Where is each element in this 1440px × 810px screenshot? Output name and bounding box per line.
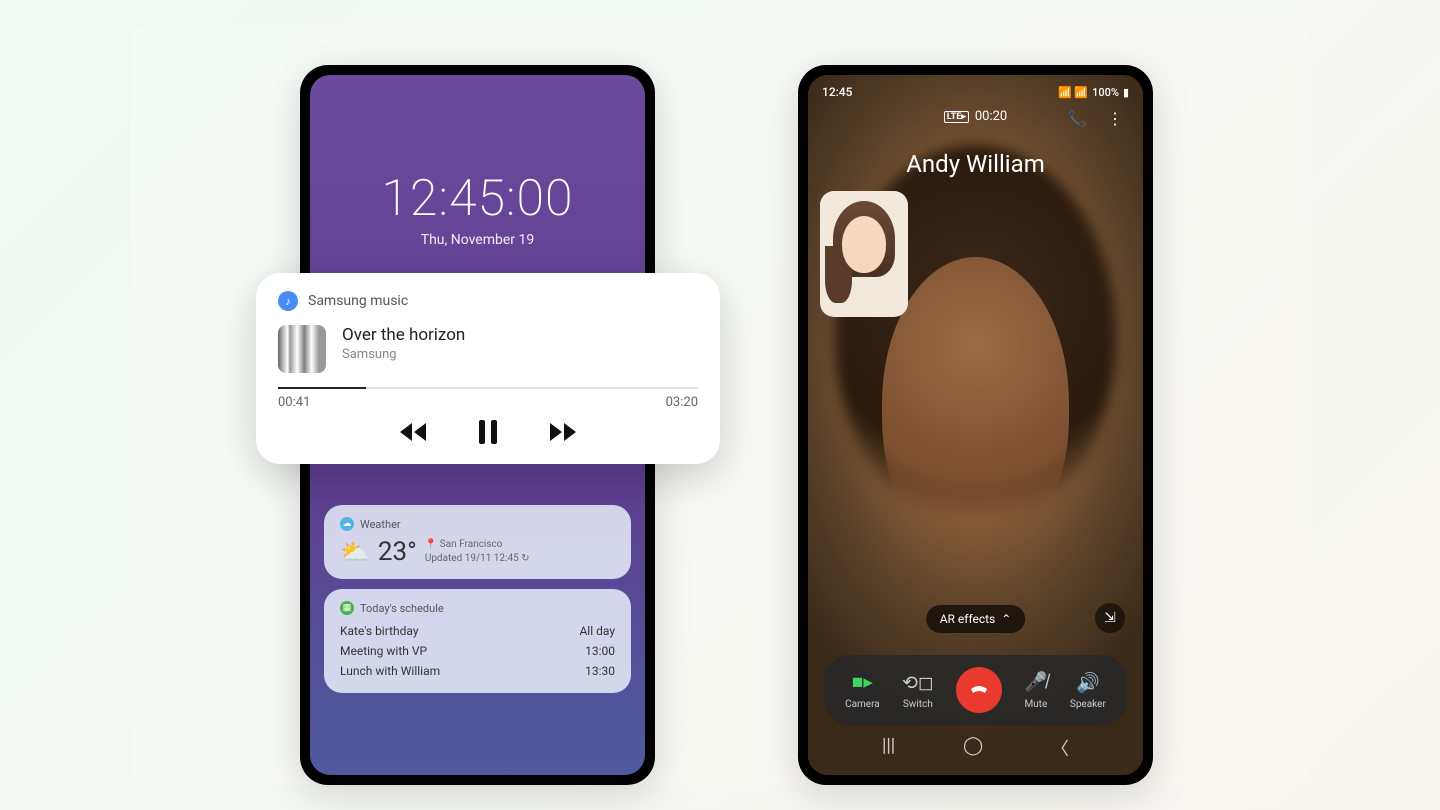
progress-played <box>278 387 366 389</box>
calendar-icon: ▦ <box>340 601 354 615</box>
pause-button[interactable] <box>478 420 498 444</box>
camera-icon: ■▸ <box>852 670 873 694</box>
nav-bar: ||| ◯ 〈 <box>808 731 1143 765</box>
chevron-up-icon: ⌃ <box>1001 612 1011 626</box>
status-time: 12:45 <box>822 85 852 99</box>
lte-badge: LTE▸ <box>944 111 969 123</box>
song-artist: Samsung <box>342 347 465 362</box>
call-duration: 00:20 <box>975 109 1007 124</box>
minimize-button[interactable]: ⇲ <box>1095 603 1125 633</box>
call-controls: ■▸Camera ⟲◻Switch 🎤̸Mute 🔊Speaker <box>824 655 1127 725</box>
weather-loc: 📍 San Francisco <box>425 538 530 552</box>
time-total: 03:20 <box>666 395 698 410</box>
status-bar: 12:45 📶 📶 100% ▮ <box>808 75 1143 109</box>
weather-temp: 23° <box>378 537 417 567</box>
album-art <box>278 325 326 373</box>
camera-button[interactable]: ■▸Camera <box>845 670 880 710</box>
end-call-button[interactable] <box>956 667 1002 713</box>
nav-recents[interactable]: ||| <box>866 731 911 765</box>
switch-icon: ⟲◻ <box>902 671 934 694</box>
lockscreen-time: 12:45:00 <box>310 170 645 228</box>
nav-back[interactable]: 〈 <box>1035 731 1085 765</box>
schedule-row: Meeting with VP13:00 <box>340 641 615 661</box>
speaker-button[interactable]: 🔊Speaker <box>1070 671 1106 710</box>
lockscreen-widgets: ☁ Weather ⛅ 23° 📍 San Francisco Updated 1… <box>324 505 631 703</box>
switch-button[interactable]: ⟲◻Switch <box>902 671 934 710</box>
mute-icon: 🎤̸ <box>1024 670 1048 694</box>
schedule-row: Lunch with William13:30 <box>340 661 615 681</box>
forward-button[interactable] <box>548 421 578 443</box>
weather-card[interactable]: ☁ Weather ⛅ 23° 📍 San Francisco Updated 1… <box>324 505 631 579</box>
marketing-stage: 12:45:00 Thu, November 19 ☁ Weather ⛅ 23°… <box>130 25 1310 785</box>
speaker-icon: 🔊 <box>1076 671 1100 694</box>
weather-title: Weather <box>360 518 401 531</box>
lockscreen-date: Thu, November 19 <box>310 232 645 248</box>
sun-cloud-icon: ⛅ <box>340 538 370 566</box>
time-elapsed: 00:41 <box>278 395 310 410</box>
self-preview[interactable] <box>820 191 908 317</box>
caller-name: Andy William <box>808 150 1143 178</box>
schedule-row: Kate's birthdayAll day <box>340 621 615 641</box>
progress-track[interactable] <box>278 387 698 389</box>
more-icon[interactable]: ⋮ <box>1107 109 1123 128</box>
status-icons: 📶 📶 100% ▮ <box>1058 85 1129 99</box>
schedule-card[interactable]: ▦ Today's schedule Kate's birthdayAll day… <box>324 589 631 693</box>
weather-updated: Updated 19/11 12:45 <box>425 553 519 564</box>
music-notification[interactable]: ♪ Samsung music Over the horizon Samsung… <box>256 273 720 464</box>
music-app-name: Samsung music <box>308 293 408 309</box>
music-app-icon: ♪ <box>278 291 298 311</box>
ar-effects-button[interactable]: AR effects⌃ <box>926 605 1026 633</box>
weather-icon: ☁ <box>340 517 354 531</box>
rewind-button[interactable] <box>398 421 428 443</box>
voice-call-icon[interactable]: 📞 <box>1067 109 1087 128</box>
mute-button[interactable]: 🎤̸Mute <box>1024 670 1048 710</box>
schedule-title: Today's schedule <box>360 602 444 615</box>
phone-videocall: 12:45 📶 📶 100% ▮ LTE▸ 00:20 📞 ⋮ Andy Wil… <box>798 65 1153 785</box>
nav-home[interactable]: ◯ <box>947 731 999 765</box>
videocall-screen: 12:45 📶 📶 100% ▮ LTE▸ 00:20 📞 ⋮ Andy Wil… <box>808 75 1143 775</box>
song-title: Over the horizon <box>342 325 465 345</box>
lockscreen-clock: 12:45:00 Thu, November 19 <box>310 75 645 248</box>
